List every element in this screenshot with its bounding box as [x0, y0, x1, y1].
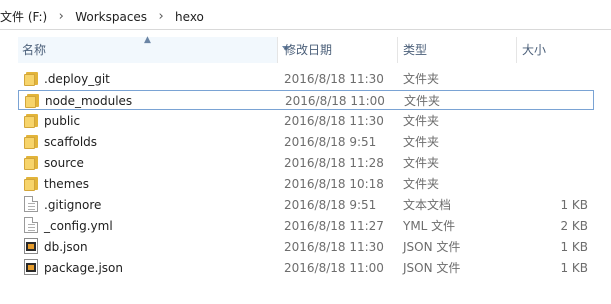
json-file-icon	[22, 259, 40, 277]
file-row[interactable]: _config.yml 2016/8/18 11:27 YML 文件 2 KB	[18, 216, 594, 236]
file-date: 2016/8/18 11:28	[284, 156, 384, 170]
column-header-date-label: 修改日期	[284, 43, 333, 57]
file-name: .deploy_git	[44, 72, 110, 86]
folder-icon	[22, 175, 40, 193]
file-date: 2016/8/18 11:00	[285, 94, 385, 108]
column-header-size-label: 大小	[522, 43, 547, 57]
file-date: 2016/8/18 10:18	[284, 177, 384, 191]
file-date: 2016/8/18 11:30	[284, 114, 384, 128]
column-header-date[interactable]: 修改日期	[280, 37, 398, 63]
breadcrumb-separator-icon[interactable]: ›	[155, 10, 167, 23]
file-name: .gitignore	[44, 198, 102, 212]
file-type: 文件夹	[403, 72, 440, 86]
file-type: 文件夹	[404, 94, 441, 108]
file-size: 1 KB	[560, 261, 588, 275]
file-type: 文件夹	[403, 114, 440, 128]
file-name: scaffolds	[44, 135, 98, 149]
file-date: 2016/8/18 11:30	[284, 72, 384, 86]
file-size: 2 KB	[560, 219, 588, 233]
file-row[interactable]: .gitignore 2016/8/18 9:51 文本文档 1 KB	[18, 195, 594, 215]
file-name: db.json	[44, 240, 88, 254]
file-row[interactable]: themes 2016/8/18 10:18 文件夹	[18, 174, 594, 194]
folder-icon	[23, 92, 41, 110]
file-type: JSON 文件	[403, 261, 461, 275]
file-row[interactable]: public 2016/8/18 11:30 文件夹	[18, 111, 594, 131]
file-type: 文件夹	[403, 156, 440, 170]
file-row[interactable]: .deploy_git 2016/8/18 11:30 文件夹	[18, 69, 594, 89]
address-bar[interactable]: 文件 (F:) › Workspaces › hexo	[0, 0, 611, 30]
file-row[interactable]: scaffolds 2016/8/18 9:51 文件夹	[18, 132, 594, 152]
sort-ascending-icon: ▲	[144, 35, 151, 45]
column-header-type-label: 类型	[403, 43, 428, 57]
file-type: JSON 文件	[403, 240, 461, 254]
file-name: source	[44, 156, 84, 170]
json-file-icon	[22, 238, 40, 256]
file-name: _config.yml	[44, 219, 113, 233]
file-size: 1 KB	[560, 198, 588, 212]
file-type: YML 文件	[403, 219, 456, 233]
file-name: node_modules	[45, 94, 133, 108]
file-row[interactable]: node_modules 2016/8/18 11:00 文件夹	[18, 90, 594, 110]
file-date: 2016/8/18 11:00	[284, 261, 384, 275]
text-document-icon	[22, 196, 40, 214]
file-date: 2016/8/18 11:27	[284, 219, 384, 233]
column-header-name-label: 名称	[22, 43, 47, 57]
file-name: themes	[44, 177, 90, 191]
folder-icon	[22, 154, 40, 172]
column-header-type[interactable]: 类型	[399, 37, 517, 63]
file-row[interactable]: source 2016/8/18 11:28 文件夹	[18, 153, 594, 173]
breadcrumb-hexo[interactable]: hexo	[175, 10, 204, 24]
folder-icon	[22, 112, 40, 130]
file-name: public	[44, 114, 81, 128]
column-header-name[interactable]: 名称 ▲	[18, 35, 290, 63]
file-type: 文件夹	[403, 135, 440, 149]
breadcrumb-workspaces[interactable]: Workspaces	[75, 10, 147, 24]
column-headers: 名称 ▲ 修改日期 类型 大小	[0, 35, 611, 63]
breadcrumb-drive[interactable]: 文件 (F:)	[0, 8, 47, 25]
file-row[interactable]: package.json 2016/8/18 11:00 JSON 文件 1 K…	[18, 258, 594, 278]
file-type: 文件夹	[403, 177, 440, 191]
file-date: 2016/8/18 9:51	[284, 135, 377, 149]
folder-icon	[22, 133, 40, 151]
file-type: 文本文档	[403, 198, 452, 212]
breadcrumb: 文件 (F:) › Workspaces › hexo	[0, 8, 204, 25]
file-date: 2016/8/18 11:30	[284, 240, 384, 254]
file-row[interactable]: db.json 2016/8/18 11:30 JSON 文件 1 KB	[18, 237, 594, 257]
text-document-icon	[22, 217, 40, 235]
file-date: 2016/8/18 9:51	[284, 198, 377, 212]
breadcrumb-separator-icon[interactable]: ›	[55, 10, 67, 23]
file-size: 1 KB	[560, 240, 588, 254]
column-header-size[interactable]: 大小	[518, 37, 611, 63]
file-name: package.json	[44, 261, 124, 275]
folder-icon	[22, 70, 40, 88]
